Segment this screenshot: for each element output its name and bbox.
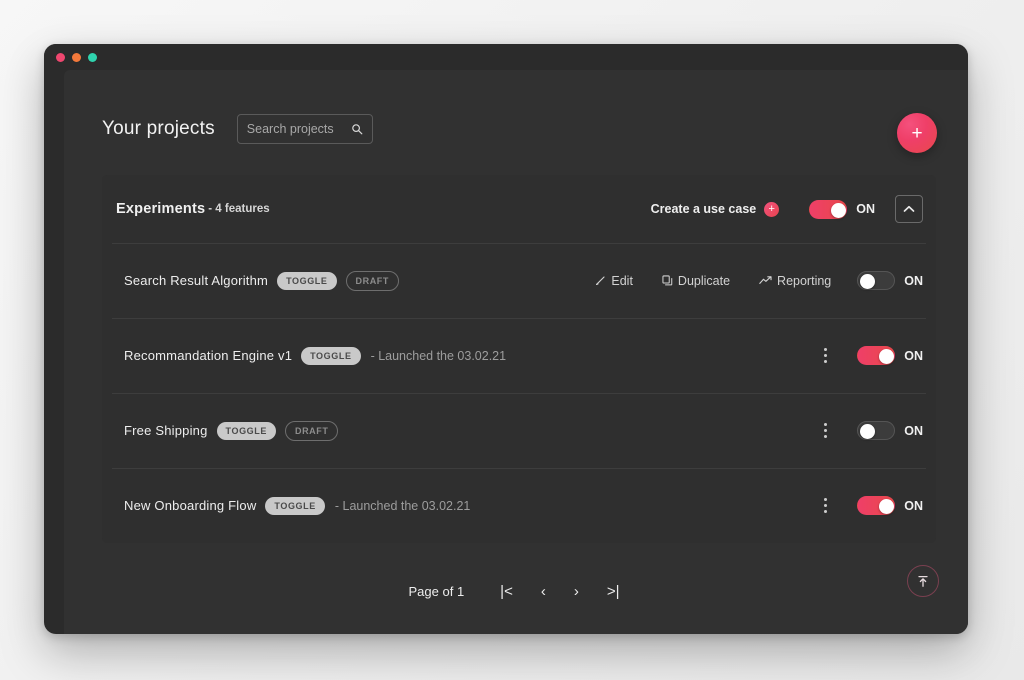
toggle-knob — [831, 202, 847, 218]
chart-icon — [759, 275, 772, 286]
reporting-label: Reporting — [777, 273, 832, 288]
feature-row: Recommandation Engine v1 TOGGLE - Launch… — [102, 318, 936, 393]
reporting-action[interactable]: Reporting — [759, 274, 831, 288]
edit-label: Edit — [611, 273, 633, 288]
feature-toggle-label: ON — [904, 423, 923, 438]
last-page-button[interactable]: >| — [603, 582, 624, 601]
dot — [823, 348, 827, 351]
prev-page-button[interactable]: ‹ — [537, 582, 550, 601]
feature-toggle[interactable] — [857, 496, 896, 515]
card-toggle-group: ON — [809, 199, 875, 219]
scroll-to-top-button[interactable] — [907, 565, 939, 597]
feature-actions: Edit Duplicate Reporting — [595, 274, 831, 288]
feature-badge-draft: DRAFT — [284, 420, 339, 441]
collapse-card-button[interactable] — [895, 195, 923, 223]
page-indicator: Page of 1 — [408, 584, 465, 599]
duplicate-label: Duplicate — [677, 273, 731, 288]
feature-meta: - Launched the 03.02.21 — [334, 498, 471, 513]
feature-toggle-label: ON — [904, 498, 923, 513]
card-header: Experiments - 4 features Create a use ca… — [102, 175, 936, 243]
feature-row: Free Shipping TOGGLE DRAFT ON — [102, 393, 936, 468]
card-title: Experiments — [116, 201, 206, 217]
feature-toggle[interactable] — [857, 271, 896, 290]
feature-badge-draft: DRAFT — [345, 270, 399, 291]
dot — [823, 504, 827, 507]
feature-menu-button[interactable] — [815, 423, 835, 438]
dot — [823, 429, 827, 432]
app-window: Your projects + Experiments - 4 features… — [44, 44, 968, 634]
edit-action[interactable]: Edit — [595, 274, 633, 288]
search-input[interactable] — [246, 122, 347, 136]
feature-toggle-group: ON — [857, 421, 923, 440]
feature-name: Search Result Algorithm — [124, 273, 269, 288]
feature-menu-button[interactable] — [815, 348, 835, 363]
create-use-case-label: Create a use case — [650, 202, 757, 216]
toggle-knob — [879, 349, 895, 364]
dot — [823, 423, 827, 426]
chevron-up-icon — [903, 205, 915, 213]
feature-meta: - Launched the 03.02.21 — [370, 348, 507, 363]
toggle-knob — [860, 274, 876, 289]
pagination: Page of 1 |< ‹ › >| — [64, 582, 968, 601]
card-subtitle: - 4 features — [208, 203, 270, 215]
plus-icon: + — [911, 122, 923, 144]
dot — [823, 435, 827, 438]
dot — [823, 354, 827, 357]
search-box[interactable] — [236, 114, 373, 144]
feature-toggle-label: ON — [904, 348, 923, 363]
window-close-button[interactable] — [56, 52, 65, 62]
dot — [823, 510, 827, 513]
plus-circle-icon: + — [764, 201, 780, 217]
app-content: Your projects + Experiments - 4 features… — [64, 70, 968, 634]
window-maximize-button[interactable] — [88, 52, 97, 62]
first-page-button[interactable]: |< — [496, 582, 517, 601]
feature-toggle[interactable] — [857, 421, 896, 440]
feature-menu-button[interactable] — [815, 498, 835, 513]
window-minimize-button[interactable] — [72, 52, 81, 62]
card-toggle-label: ON — [856, 202, 875, 216]
feature-row: Search Result Algorithm TOGGLE DRAFT Edi… — [102, 243, 936, 318]
window-titlebar — [44, 44, 968, 70]
feature-badge-toggle: TOGGLE — [216, 421, 276, 440]
toggle-knob — [860, 424, 876, 439]
feature-toggle-group: ON — [857, 271, 923, 290]
feature-badge-toggle: TOGGLE — [277, 271, 337, 290]
feature-toggle-group: ON — [857, 496, 923, 515]
feature-name: Recommandation Engine v1 — [124, 348, 293, 363]
project-card-experiments: Experiments - 4 features Create a use ca… — [102, 175, 936, 543]
search-icon — [351, 123, 363, 135]
arrow-up-to-bar-icon — [916, 574, 930, 588]
page-header: Your projects — [64, 70, 968, 144]
dot — [823, 498, 827, 501]
feature-toggle-group: ON — [857, 346, 923, 365]
next-page-button[interactable]: › — [570, 582, 583, 601]
toggle-knob — [879, 499, 895, 514]
feature-name: New Onboarding Flow — [124, 498, 257, 513]
add-project-button[interactable]: + — [897, 113, 937, 153]
feature-row: New Onboarding Flow TOGGLE - Launched th… — [102, 468, 936, 543]
card-toggle[interactable] — [809, 199, 848, 219]
feature-badge-toggle: TOGGLE — [265, 496, 325, 515]
feature-badge-toggle: TOGGLE — [301, 346, 361, 365]
feature-name: Free Shipping — [124, 423, 208, 438]
duplicate-action[interactable]: Duplicate — [662, 274, 730, 288]
feature-toggle[interactable] — [857, 346, 896, 365]
feature-toggle-label: ON — [904, 273, 923, 288]
copy-icon — [662, 275, 673, 286]
dot — [823, 360, 827, 363]
page-title: Your projects — [102, 118, 215, 139]
pencil-icon — [595, 275, 606, 286]
create-use-case-button[interactable]: Create a use case + — [650, 201, 780, 217]
